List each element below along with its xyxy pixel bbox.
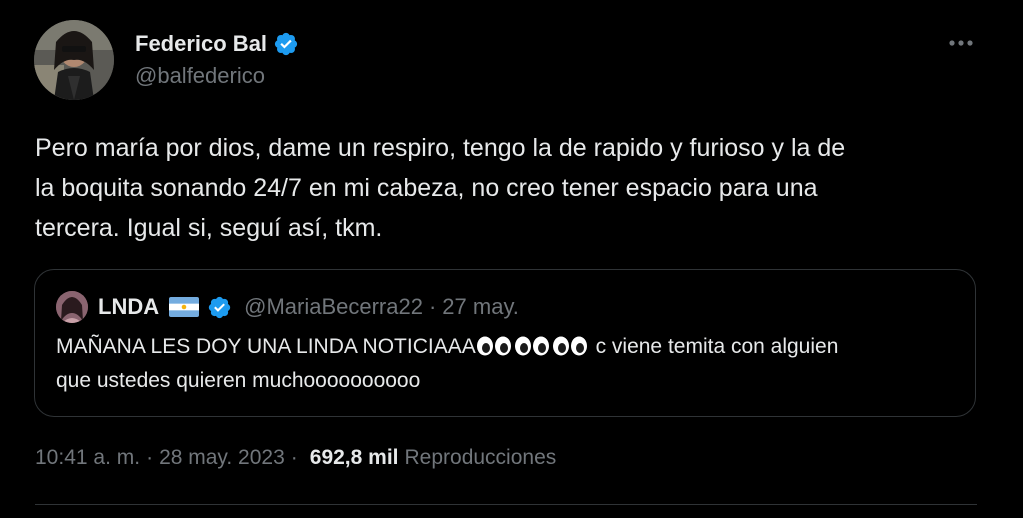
user-avatar-photo: [56, 291, 88, 323]
eyes-emoji-icon: [476, 333, 512, 356]
quoted-tweet-header: LNDA @MariaBecerra22 · 27 may.: [56, 290, 519, 324]
separator-dot: ·: [428, 294, 437, 319]
views-count[interactable]: 692,8 mil: [310, 446, 399, 470]
quoted-tweet-text: MAÑANA LES DOY UNA LINDA NOTICIAAA c vie…: [56, 330, 961, 398]
tweet-text-line: la boquita sonando 24/7 en mi cabeza, no…: [35, 174, 818, 202]
quoted-author-name[interactable]: LNDA: [98, 294, 159, 320]
quoted-tweet-text-line: MAÑANA LES DOY UNA LINDA NOTICIAAA c vie…: [56, 330, 961, 364]
quoted-tweet-card[interactable]: LNDA @MariaBecerra22 · 27 may. MAÑANA LE…: [34, 269, 976, 417]
tweet-text: Pero maría por dios, dame un respiro, te…: [35, 128, 985, 248]
eyes-emoji-icon: [552, 333, 588, 356]
tweet-meta: 10:41 a. m. · 28 may. 2023 · 692,8 mil R…: [35, 446, 556, 470]
author-name[interactable]: Federico Bal: [135, 31, 267, 57]
quoted-author-avatar[interactable]: [56, 291, 88, 323]
verified-badge-icon[interactable]: [273, 31, 299, 57]
more-horizontal-icon: [949, 40, 973, 46]
argentina-flag-icon: [169, 297, 200, 317]
tweet-time[interactable]: 10:41 a. m.: [35, 446, 140, 470]
quoted-text-part: MAÑANA LES DOY UNA LINDA NOTICIAAA: [56, 335, 476, 358]
divider: [35, 504, 977, 505]
author-handle[interactable]: @balfederico: [135, 63, 265, 89]
quoted-author-handle[interactable]: @MariaBecerra22: [244, 294, 423, 320]
author-name-row: Federico Bal: [135, 29, 299, 59]
tweet-text-line: tercera. Igual si, seguí así, tkm.: [35, 214, 383, 242]
author-avatar[interactable]: [34, 20, 114, 100]
verified-badge-icon[interactable]: [207, 295, 232, 320]
tweet-text-line: Pero maría por dios, dame un respiro, te…: [35, 134, 846, 162]
quoted-tweet-date[interactable]: 27 may.: [442, 294, 519, 320]
quoted-text-part: c viene temita con alguien: [589, 335, 839, 358]
more-options-button[interactable]: [942, 30, 980, 56]
eyes-emoji-icon: [514, 333, 550, 356]
views-label[interactable]: Reproducciones: [405, 446, 557, 470]
quoted-tweet-text-line: que ustedes quieren muchoooooooooo: [56, 369, 421, 392]
tweet: Federico Bal @balfederico Pero maría por…: [0, 0, 1023, 518]
separator-dot: ·: [290, 446, 298, 469]
user-avatar-photo: [34, 20, 114, 100]
separator-dot: ·: [146, 446, 154, 469]
tweet-date[interactable]: 28 may. 2023: [159, 446, 285, 470]
